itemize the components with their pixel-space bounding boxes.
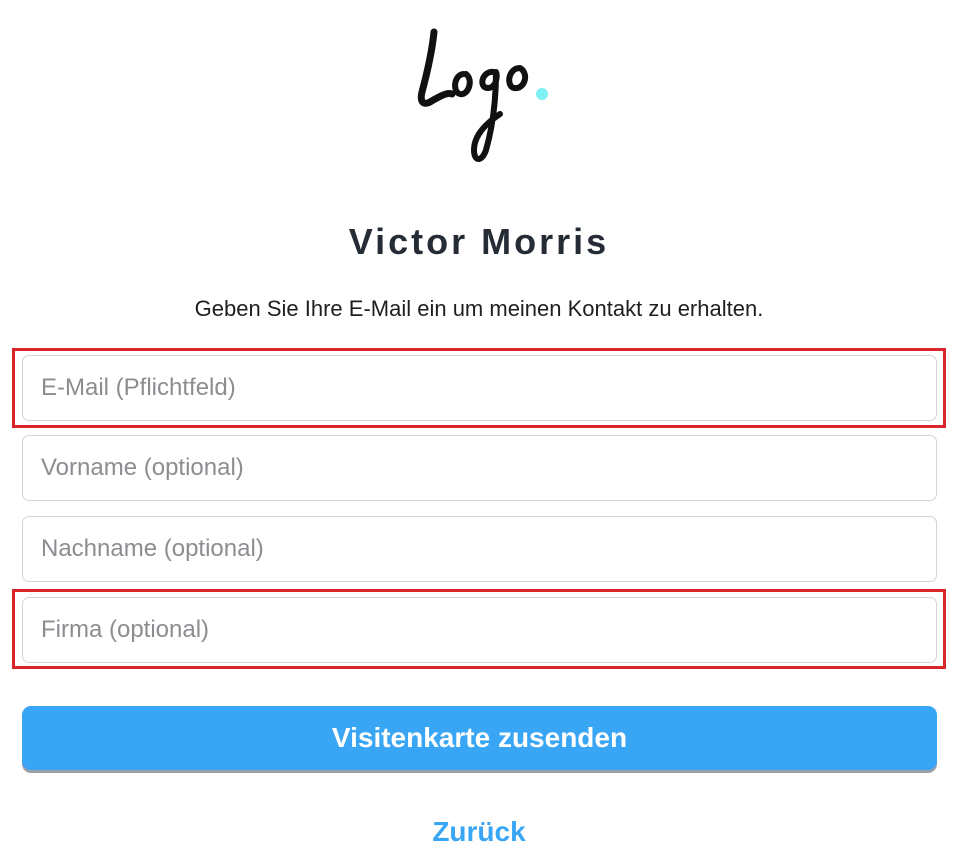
profile-name: Victor Morris [348,221,610,262]
firstname-input[interactable] [22,435,937,501]
instruction-text: Geben Sie Ihre E-Mail ein um meinen Kont… [194,296,764,321]
logo-icon [417,28,548,162]
back-link[interactable]: Zurück [0,815,958,849]
lastname-input[interactable] [22,516,937,582]
company-input[interactable] [22,597,937,663]
logo [408,22,558,172]
contact-form-page: Victor Morris Geben Sie Ihre E-Mail ein … [0,0,970,865]
email-input[interactable] [22,355,937,421]
send-card-button[interactable]: Visitenkarte zusenden [22,706,937,770]
